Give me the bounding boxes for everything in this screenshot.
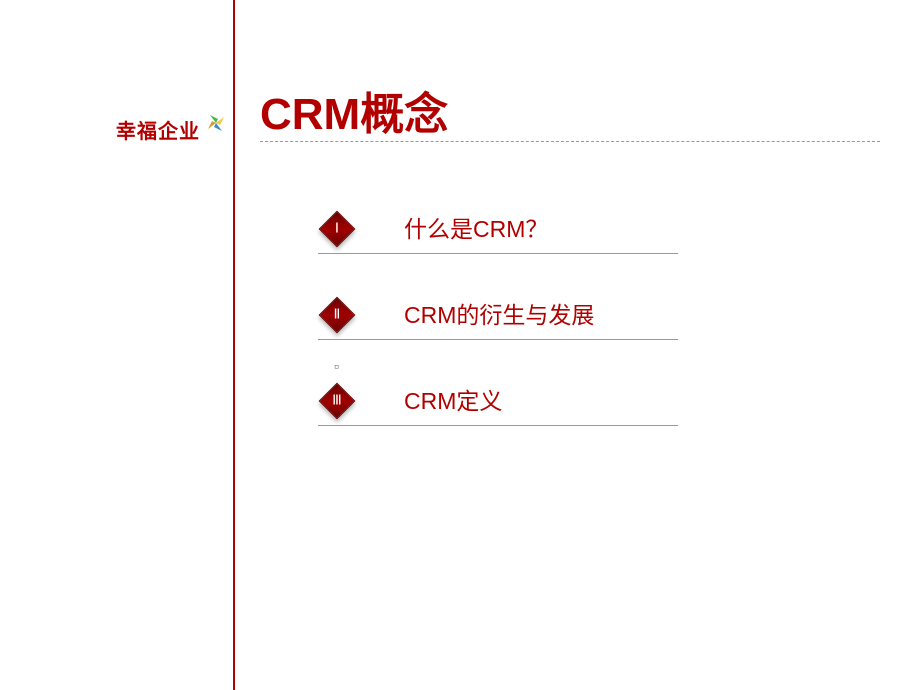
diamond-icon: Ⅰ bbox=[318, 210, 356, 248]
toc-underline bbox=[318, 253, 678, 254]
toc-underline bbox=[318, 339, 678, 340]
vertical-divider bbox=[233, 0, 235, 690]
toc-item: Ⅰ 什么是CRM？ bbox=[318, 210, 594, 248]
diamond-icon: Ⅲ bbox=[318, 382, 356, 420]
page-title: CRM概念 bbox=[260, 78, 448, 142]
toc-number: Ⅰ bbox=[335, 221, 339, 238]
toc-item: Ⅱ CRM的衍生与发展 bbox=[318, 296, 594, 334]
center-mark: ▫ bbox=[334, 358, 339, 374]
logo-text: 幸福企业 bbox=[116, 115, 200, 144]
toc-item: Ⅲ CRM定义 bbox=[318, 382, 594, 420]
toc-number: Ⅲ bbox=[332, 393, 342, 410]
toc-label: 什么是CRM？ bbox=[404, 210, 548, 248]
pinwheel-icon bbox=[202, 109, 230, 142]
toc-label: CRM定义 bbox=[404, 382, 502, 420]
toc-number: Ⅱ bbox=[334, 307, 341, 324]
toc-label: CRM的衍生与发展 bbox=[404, 296, 594, 334]
logo: 幸福企业 bbox=[116, 115, 230, 144]
toc-underline bbox=[318, 425, 678, 426]
title-underline bbox=[260, 141, 880, 142]
table-of-contents: Ⅰ 什么是CRM？ Ⅱ CRM的衍生与发展 Ⅲ CRM定义 bbox=[318, 210, 594, 468]
diamond-icon: Ⅱ bbox=[318, 296, 356, 334]
